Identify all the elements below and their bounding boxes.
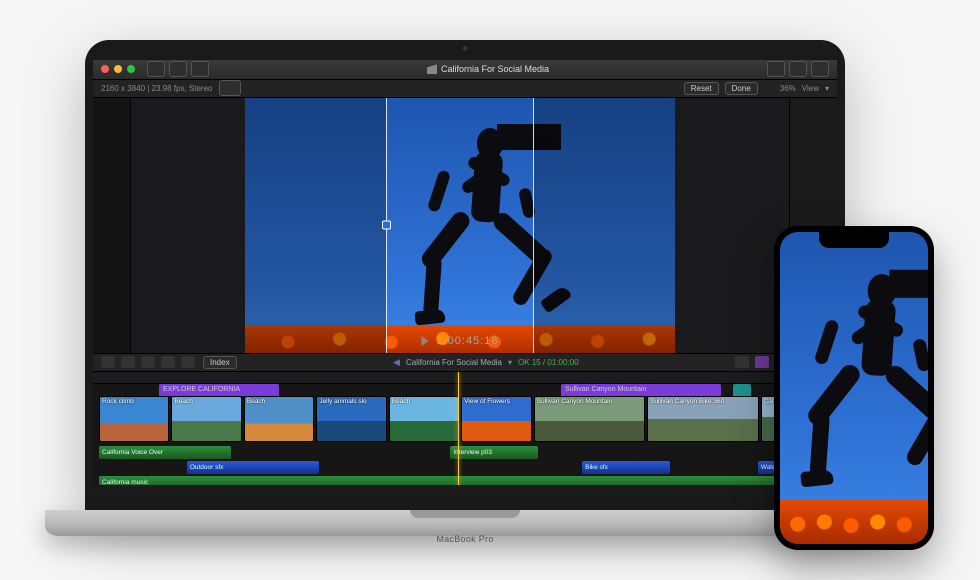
- device-label: MacBook Pro: [85, 534, 845, 544]
- timeline[interactable]: EXPLORE CALIFORNIA Sullivan Canyon Mount…: [93, 372, 837, 485]
- project-title: California For Social Media: [427, 64, 549, 74]
- iphone-notch-icon: [819, 232, 889, 248]
- viewer[interactable]: 1:00:45:18: [131, 98, 789, 353]
- marker-canoe[interactable]: [733, 384, 751, 396]
- timeline-clip-active[interactable]: View of Flowers: [461, 396, 531, 442]
- crop-frame[interactable]: [387, 98, 533, 353]
- timeline-clip[interactable]: Beach: [171, 396, 241, 442]
- skimming-icon[interactable]: [735, 356, 749, 368]
- iphone-device: [774, 226, 934, 550]
- zoom-level[interactable]: 36%: [780, 84, 796, 93]
- macbook-base: [45, 510, 885, 536]
- traffic-lights: [101, 65, 135, 73]
- close-icon[interactable]: [101, 65, 109, 73]
- preview-sky: [245, 98, 675, 353]
- timeline-clip[interactable]: Sullivan Canyon Mountain: [534, 396, 645, 442]
- playhead[interactable]: [458, 372, 459, 485]
- audio-clip[interactable]: Bike sfx: [582, 461, 670, 474]
- play-icon[interactable]: [422, 336, 429, 346]
- crop-dim-left: [245, 98, 387, 353]
- blade-tool-icon[interactable]: [121, 356, 135, 368]
- macbook-hinge-notch: [410, 510, 520, 518]
- library-toggle-icon[interactable]: [147, 61, 165, 77]
- inspector-toggle-icon[interactable]: [767, 61, 785, 77]
- media-spec: 2160 x 3840 | 23.98 fps, Stereo: [101, 84, 213, 93]
- timeline-video-track: Rock climb Beach Beach Jelly animals slo…: [99, 396, 831, 442]
- append-clip-icon[interactable]: [181, 356, 195, 368]
- crop-handle-icon[interactable]: [382, 221, 391, 230]
- iphone-foreground: [780, 500, 928, 544]
- viewer-transport: 1:00:45:18: [422, 335, 499, 347]
- main-area: 1:00:45:18: [93, 98, 837, 353]
- macbook-device: California For Social Media 2160 x 3840 …: [85, 40, 845, 550]
- final-cut-app: California For Social Media 2160 x 3840 …: [93, 60, 837, 485]
- preview-frame: [245, 98, 675, 353]
- window-titlebar: California For Social Media: [93, 60, 837, 80]
- crop-dim-right: [533, 98, 675, 353]
- maximize-icon[interactable]: [127, 65, 135, 73]
- timeline-clip[interactable]: Jelly animals slo: [316, 396, 386, 442]
- audio-clip-music[interactable]: California music: [99, 476, 831, 485]
- timeline-title: California For Social Media: [406, 358, 502, 367]
- audio-clip[interactable]: Outdoor sfx: [187, 461, 319, 474]
- view-menu[interactable]: View: [802, 84, 819, 93]
- title-clip[interactable]: EXPLORE CALIFORNIA: [159, 384, 279, 396]
- clapper-icon: [427, 64, 437, 74]
- timeline-header: Index ◀ California For Social Media ▾ OK…: [93, 353, 837, 373]
- timeline-clip[interactable]: Beach: [389, 396, 459, 442]
- audio-clip[interactable]: Interview p03: [450, 446, 538, 459]
- timeline-index-button[interactable]: Index: [203, 356, 237, 369]
- timeline-audio-tracks: California Voice Over Interview p03 Outd…: [99, 446, 831, 485]
- iphone-screen: [780, 232, 928, 544]
- done-crop-button[interactable]: Done: [725, 82, 758, 95]
- option-bar: 2160 x 3840 | 23.98 fps, Stereo Reset Do…: [93, 80, 837, 98]
- timeline-clip[interactable]: Beach: [244, 396, 314, 442]
- insert-clip-icon[interactable]: [161, 356, 175, 368]
- chevron-left-icon[interactable]: ◀: [393, 357, 400, 368]
- camera-icon: [463, 46, 468, 51]
- media-browser-icon[interactable]: [169, 61, 187, 77]
- color-toggle-icon[interactable]: [789, 61, 807, 77]
- reset-crop-button[interactable]: Reset: [684, 82, 719, 95]
- sidebar-browser: [93, 98, 131, 353]
- audio-skim-icon[interactable]: [755, 356, 769, 368]
- project-title-text: California For Social Media: [441, 64, 549, 74]
- timeline-status: OK 15 / 01:00:00: [518, 358, 579, 367]
- crop-mode-button[interactable]: [219, 80, 241, 96]
- timeline-clip[interactable]: Rock climb: [99, 396, 169, 442]
- title-clip-2[interactable]: Sullivan Canyon Mountain: [561, 384, 721, 396]
- iphone-subject-runner: [780, 268, 928, 495]
- minimize-icon[interactable]: [114, 65, 122, 73]
- connect-clip-icon[interactable]: [141, 356, 155, 368]
- titles-browser-icon[interactable]: [191, 61, 209, 77]
- timeline-ruler[interactable]: [93, 372, 837, 384]
- macbook-screen: California For Social Media 2160 x 3840 …: [85, 40, 845, 515]
- chevron-down-icon: ▾: [825, 84, 829, 93]
- audio-clip[interactable]: California Voice Over: [99, 446, 231, 459]
- chevron-down-icon[interactable]: ▾: [508, 358, 512, 367]
- share-icon[interactable]: [811, 61, 829, 77]
- arrow-tool-icon[interactable]: [101, 356, 115, 368]
- timeline-clip[interactable]: Sullivan Canyon Bike 360: [647, 396, 758, 442]
- timecode-display: 1:00:45:18: [437, 335, 499, 347]
